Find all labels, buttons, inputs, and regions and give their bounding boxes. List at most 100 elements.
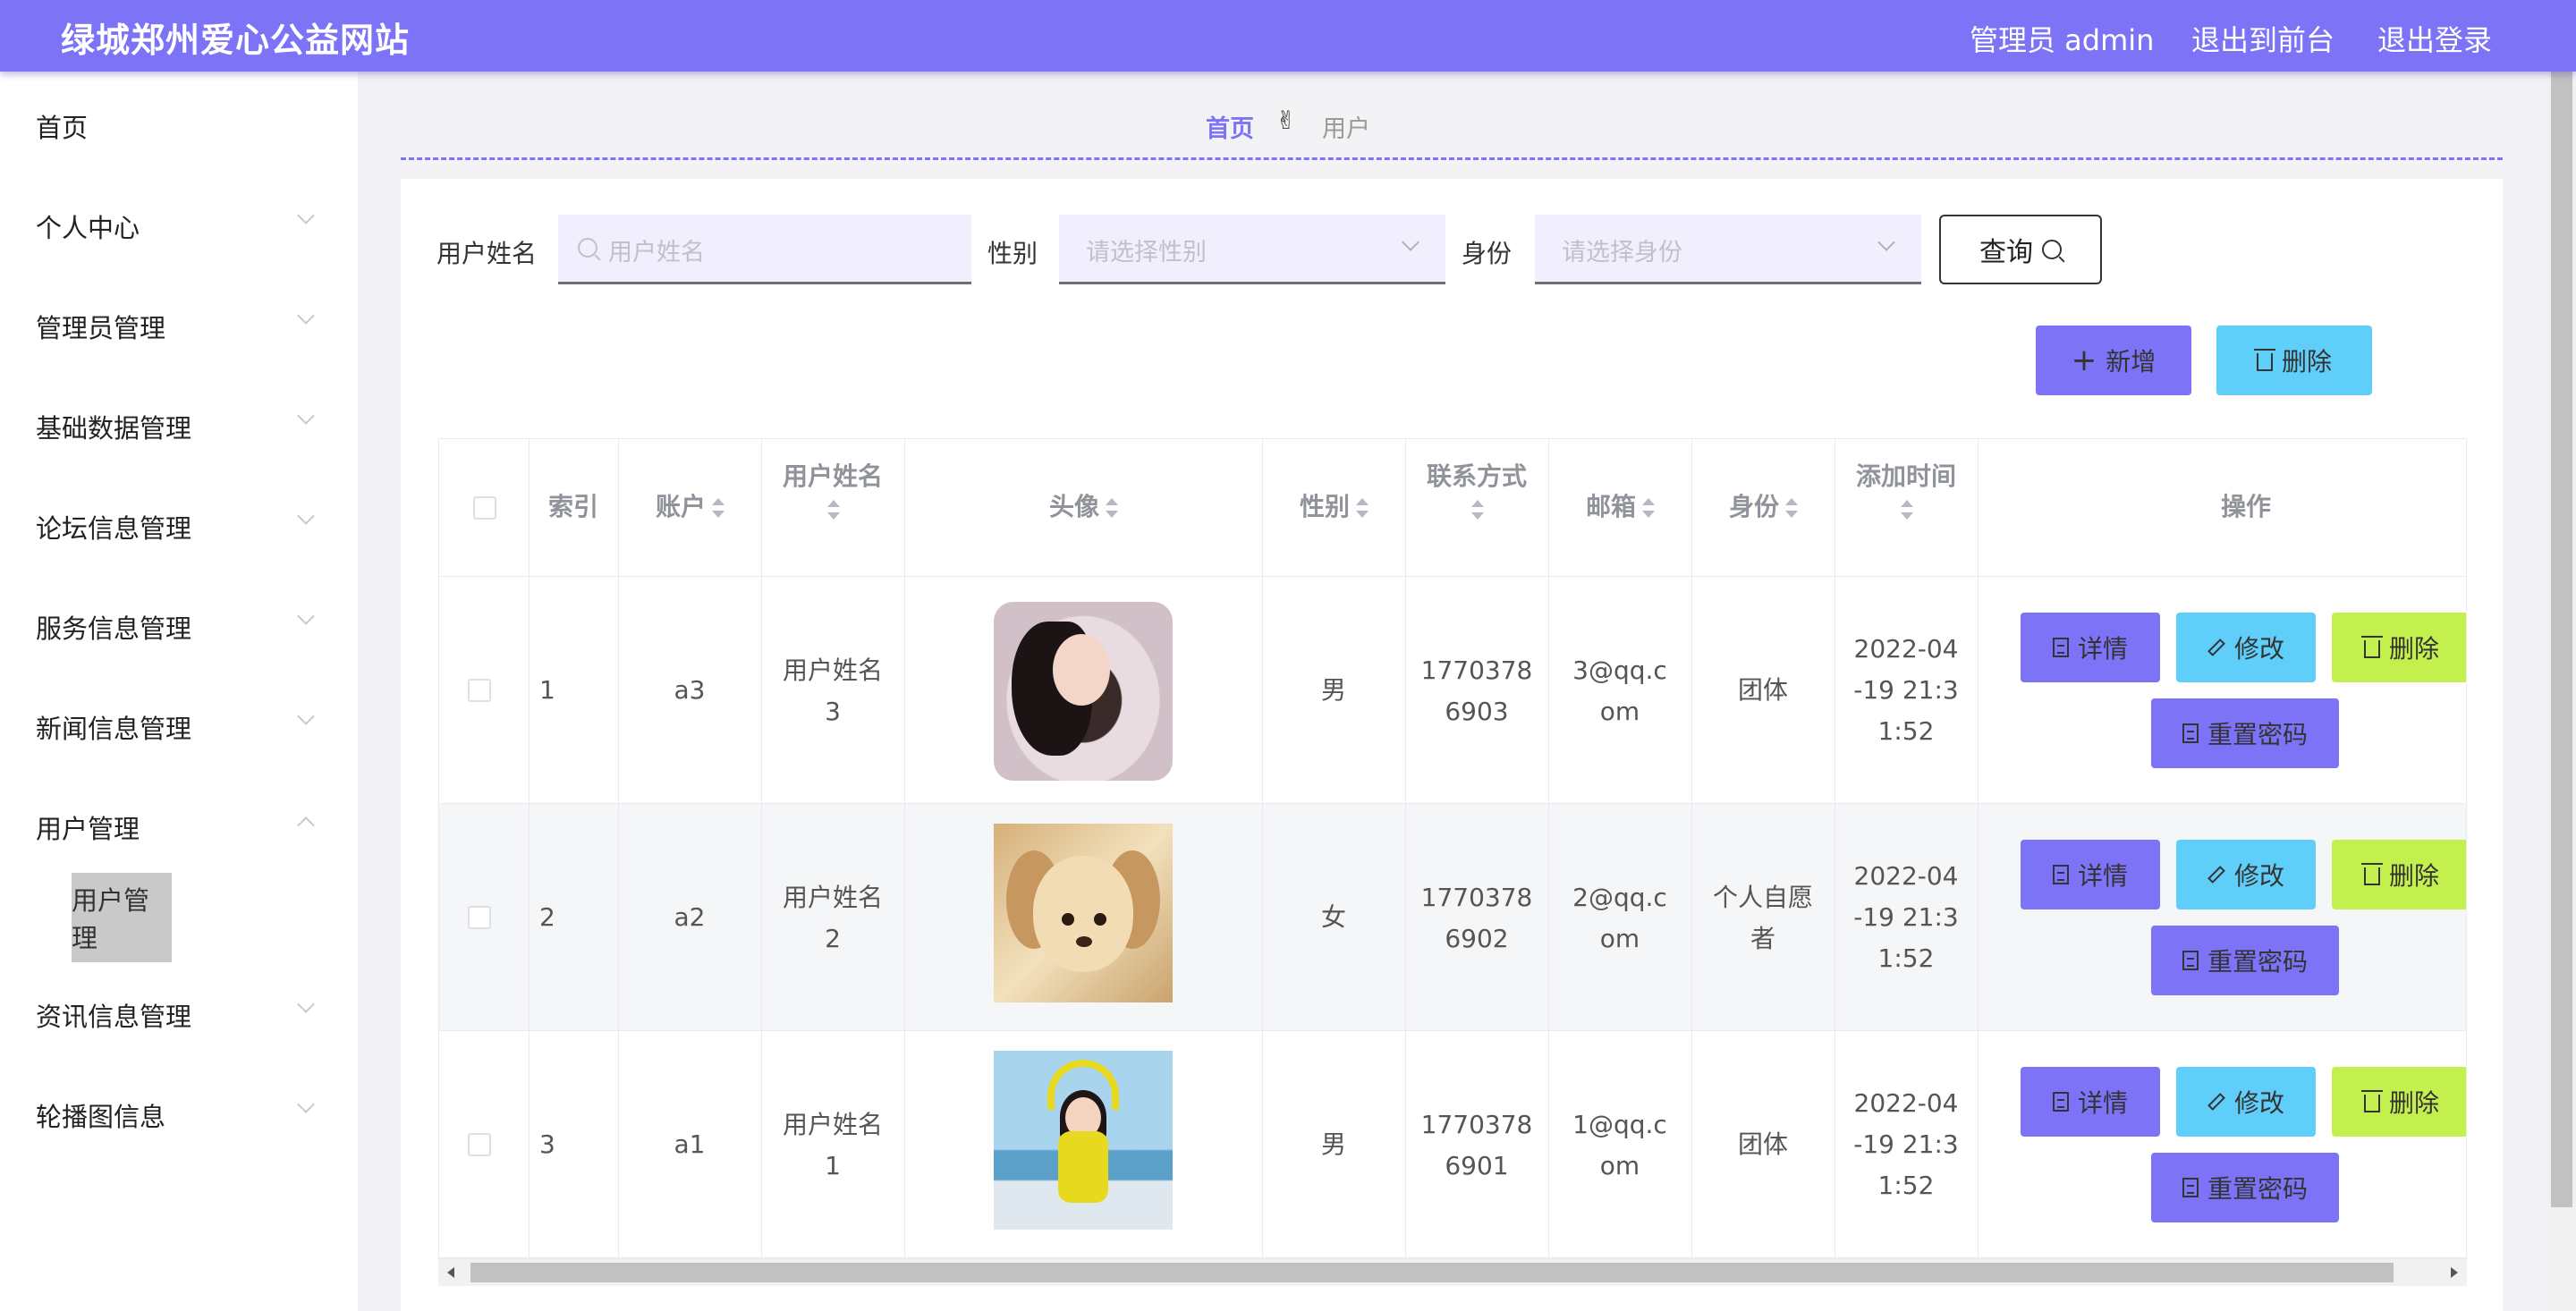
chevron-down-icon xyxy=(297,995,315,1013)
add-button[interactable]: + 新增 xyxy=(2036,326,2191,395)
row-checkbox[interactable] xyxy=(468,906,491,929)
cell-created: 2022-04 -19 21:3 1:52 xyxy=(1835,856,1978,979)
cell-created: 2022-04 -19 21:3 1:52 xyxy=(1835,1083,1978,1206)
detail-button-label: 详情 xyxy=(2077,1088,2128,1118)
col-name[interactable]: 用户姓名 xyxy=(761,457,904,520)
gender-select[interactable]: 请选择性别 xyxy=(1059,215,1445,284)
cell-email-line1: 2@qq.c xyxy=(1572,883,1667,912)
select-all-checkbox[interactable] xyxy=(473,496,496,520)
sort-icon[interactable] xyxy=(1355,498,1368,518)
cell-email-line1: 3@qq.c xyxy=(1572,656,1667,685)
col-identity[interactable]: 身份 xyxy=(1691,487,1835,527)
sidebar-item-news[interactable]: 新闻信息管理 xyxy=(36,708,191,746)
delete-button-label: 删除 xyxy=(2388,634,2439,664)
identity-select[interactable]: 请选择身份 xyxy=(1535,215,1921,284)
reset-password-button[interactable]: 重置密码 xyxy=(2151,698,2339,768)
col-phone[interactable]: 联系方式 xyxy=(1405,457,1548,520)
sidebar-item-admin-management[interactable]: 管理员管理 xyxy=(36,308,165,345)
query-button-label: 查询 xyxy=(1979,237,2033,268)
batch-delete-label: 删除 xyxy=(2281,347,2332,376)
logout-link[interactable]: 退出登录 xyxy=(2377,18,2492,59)
delete-button[interactable]: 删除 xyxy=(2332,840,2466,909)
sidebar-item-carousel[interactable]: 轮播图信息 xyxy=(36,1096,165,1134)
cell-email: 3@qq.c om xyxy=(1548,650,1691,732)
cell-identity: 团体 xyxy=(1691,670,1835,711)
reset-password-button[interactable]: 重置密码 xyxy=(2151,926,2339,995)
reset-password-label: 重置密码 xyxy=(2207,947,2308,977)
chevron-down-icon xyxy=(297,1095,315,1113)
column-divider xyxy=(1405,439,1406,1258)
add-button-label: 新增 xyxy=(2106,347,2157,376)
identity-filter-label: 身份 xyxy=(1462,239,1513,268)
sort-icon[interactable] xyxy=(711,498,724,518)
avatar-head xyxy=(1033,856,1133,972)
chevron-down-icon xyxy=(1877,233,1895,251)
chevron-up-icon xyxy=(297,816,315,834)
name-search-input[interactable]: 用户姓名 xyxy=(558,215,971,284)
horizontal-scroll-thumb[interactable] xyxy=(470,1263,2394,1282)
column-divider xyxy=(1548,439,1549,1258)
edit-button[interactable]: 修改 xyxy=(2176,1067,2316,1137)
sort-icon[interactable] xyxy=(1784,498,1798,518)
sidebar-item-forum[interactable]: 论坛信息管理 xyxy=(36,508,191,546)
col-email[interactable]: 邮箱 xyxy=(1548,487,1691,527)
scroll-left-arrow-icon[interactable] xyxy=(447,1267,454,1278)
cell-name-line1: 用户姓名 xyxy=(782,883,883,912)
col-account-label: 账户 xyxy=(655,492,706,521)
sidebar-subitem-user-management[interactable]: 用户管理 xyxy=(72,873,172,962)
col-index: 索引 xyxy=(547,492,598,521)
avatar-girl-beach[interactable] xyxy=(994,1051,1173,1230)
cell-name-line2: 3 xyxy=(825,697,841,726)
sidebar-item-personal-center[interactable]: 个人中心 xyxy=(36,207,140,245)
cell-phone-line1: 1770378 xyxy=(1420,1110,1533,1139)
sort-icon[interactable] xyxy=(1470,500,1484,520)
edit-icon xyxy=(2207,1093,2225,1111)
back-to-front-link[interactable]: 退出到前台 xyxy=(2191,18,2334,59)
sidebar-item-info[interactable]: 资讯信息管理 xyxy=(36,996,191,1034)
document-icon xyxy=(2052,865,2069,884)
query-button[interactable]: 查询 xyxy=(1939,215,2102,284)
cell-phone-line2: 6902 xyxy=(1445,924,1509,953)
table-horizontal-scrollbar[interactable] xyxy=(438,1259,2467,1286)
breadcrumb-home[interactable]: 首页 xyxy=(1206,109,1254,144)
sort-icon[interactable] xyxy=(1105,498,1118,518)
avatar-woman-portrait[interactable] xyxy=(994,602,1173,781)
batch-delete-button[interactable]: 删除 xyxy=(2216,326,2372,395)
column-divider xyxy=(904,439,905,1258)
vertical-scroll-thumb[interactable] xyxy=(2551,72,2572,1207)
sidebar-item-user-management[interactable]: 用户管理 xyxy=(36,808,140,846)
avatar-puppy[interactable] xyxy=(994,824,1173,1002)
avatar-nose xyxy=(1076,936,1092,947)
sidebar-item-base-data[interactable]: 基础数据管理 xyxy=(36,408,191,445)
edit-button[interactable]: 修改 xyxy=(2176,613,2316,682)
edit-button[interactable]: 修改 xyxy=(2176,840,2316,909)
cell-created-line3: 1:52 xyxy=(1877,716,1935,746)
col-gender[interactable]: 性别 xyxy=(1262,487,1405,527)
row-checkbox[interactable] xyxy=(468,1133,491,1156)
sort-icon[interactable] xyxy=(1641,498,1655,518)
reset-password-button[interactable]: 重置密码 xyxy=(2151,1153,2339,1222)
detail-button[interactable]: 详情 xyxy=(2021,840,2160,909)
cell-created-line2: -19 21:3 xyxy=(1853,675,1959,705)
sort-icon[interactable] xyxy=(826,500,840,520)
chevron-down-icon xyxy=(297,707,315,725)
scroll-right-arrow-icon[interactable] xyxy=(2451,1267,2458,1278)
page-vertical-scrollbar[interactable] xyxy=(2547,72,2576,1311)
edit-button-label: 修改 xyxy=(2233,634,2284,664)
cell-index: 3 xyxy=(539,1129,555,1159)
sidebar-item-service[interactable]: 服务信息管理 xyxy=(36,608,191,646)
cell-phone-line1: 1770378 xyxy=(1420,883,1533,912)
delete-button[interactable]: 删除 xyxy=(2332,1067,2466,1137)
chevron-down-icon xyxy=(297,307,315,325)
sidebar-item-home[interactable]: 首页 xyxy=(36,107,88,145)
col-account[interactable]: 账户 xyxy=(618,487,761,527)
detail-button-label: 详情 xyxy=(2077,861,2128,891)
edit-icon xyxy=(2207,866,2225,884)
row-checkbox[interactable] xyxy=(468,679,491,702)
detail-button[interactable]: 详情 xyxy=(2021,613,2160,682)
delete-button[interactable]: 删除 xyxy=(2332,613,2466,682)
sort-icon[interactable] xyxy=(1900,500,1913,520)
detail-button[interactable]: 详情 xyxy=(2021,1067,2160,1137)
col-avatar[interactable]: 头像 xyxy=(904,487,1262,527)
col-created[interactable]: 添加时间 xyxy=(1835,457,1978,520)
